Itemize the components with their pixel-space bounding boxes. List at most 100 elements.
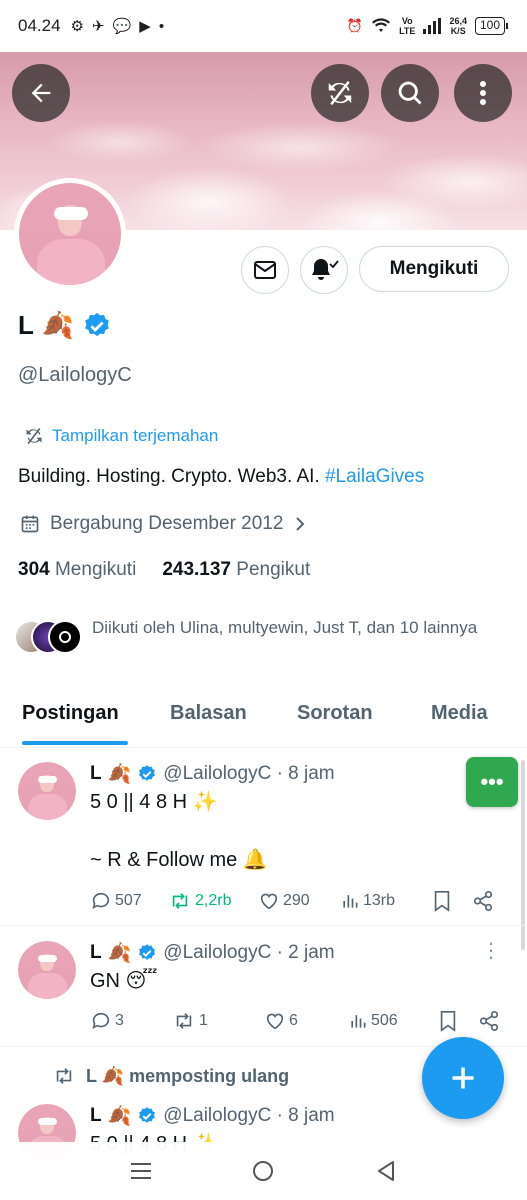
views-count: 13rb [363, 892, 396, 909]
post-author-name: L [90, 942, 102, 963]
profile-handle: @LailologyC [18, 364, 132, 386]
verified-badge-icon [139, 944, 156, 960]
follow-stats: 304 Mengikuti 243.137 Pengikut [18, 559, 310, 581]
signal-icon [423, 18, 442, 34]
profile-avatar[interactable] [14, 178, 126, 290]
post-handle-time: @LailologyC · 2 jam [163, 942, 335, 963]
compose-post-button[interactable] [422, 1037, 504, 1119]
join-date-row[interactable]: Bergabung Desember 2012 [20, 513, 307, 535]
battery-indicator: 100 [474, 17, 509, 35]
post-author-emoji: 🍂 [107, 943, 132, 964]
floating-menu-button[interactable]: ••• [466, 757, 518, 807]
like-button[interactable]: 6 [264, 1010, 348, 1032]
status-time: 04.24 [18, 16, 61, 35]
bio-hashtag-link[interactable]: #LailaGives [325, 466, 424, 487]
youtube-icon: ▶ [139, 17, 151, 35]
chevron-right-icon [296, 517, 305, 531]
home-icon[interactable] [251, 1159, 275, 1183]
message-button[interactable] [241, 246, 289, 294]
alarm-icon: ⏰ [346, 18, 364, 33]
post-avatar[interactable] [18, 941, 76, 999]
following-button[interactable]: Mengikuti [359, 246, 509, 292]
views-button[interactable]: 506 [348, 1011, 432, 1031]
post-author-emoji: 🍂 [107, 1106, 132, 1127]
following-stat[interactable]: 304 Mengikuti [18, 559, 136, 581]
post-handle-time: @LailologyC · 8 jam [163, 763, 335, 784]
repost-button[interactable]: 1 [172, 1010, 264, 1032]
status-bar: 04.24 ⚙ ✈ 💬 ▶ • ⏰ Vo LTE 26,4 K/S 100 [0, 0, 527, 52]
mutual-avatar [48, 620, 82, 654]
search-button[interactable] [381, 64, 439, 122]
tab-posts[interactable]: Postingan [22, 702, 119, 725]
tab-media[interactable]: Media [431, 702, 488, 725]
repost-icon [176, 1013, 192, 1029]
notifications-button[interactable] [300, 246, 348, 294]
bookmark-icon[interactable] [432, 890, 452, 912]
profile-tabs: Postingan Balasan Sorotan Media [0, 686, 527, 748]
post-item[interactable]: L 🍂 @LailologyC · 8 jam 5 0 || 4 8 H ✨ ~… [0, 748, 527, 926]
post-more-icon[interactable]: ⋮ [481, 941, 501, 961]
vertical-dots-icon [480, 81, 486, 105]
bookmark-icon[interactable] [438, 1010, 458, 1032]
verified-badge-icon [139, 765, 156, 781]
like-button[interactable]: 290 [258, 890, 340, 912]
envelope-icon [254, 261, 276, 279]
share-icon[interactable] [472, 890, 494, 912]
followed-by-text: Diikuti oleh Ulina, multyewin, Just T, d… [92, 618, 478, 637]
volte-indicator: Vo LTE [399, 16, 416, 36]
verified-badge-icon [85, 312, 110, 336]
dot-icon: • [158, 17, 165, 35]
reply-button[interactable]: 507 [90, 890, 168, 912]
post-author-emoji: 🍂 [107, 764, 132, 785]
post-item[interactable]: L 🍂 @LailologyC · 2 jam ⋮ GN 😴 3 1 6 506 [0, 927, 527, 1047]
name-emoji: 🍂 [41, 310, 75, 340]
recent-apps-icon[interactable] [130, 1161, 152, 1181]
views-count: 506 [371, 1012, 398, 1029]
post-avatar[interactable] [18, 762, 76, 820]
system-navigation-bar [0, 1142, 527, 1200]
post-text: GN 😴 [90, 970, 158, 992]
more-options-button[interactable] [454, 64, 512, 122]
avatar-image [19, 183, 121, 285]
followed-by-row[interactable]: Diikuti oleh Ulina, multyewin, Just T, d… [14, 616, 492, 656]
calendar-icon [21, 515, 39, 533]
back-button[interactable] [12, 64, 70, 122]
views-chart-icon [351, 1015, 366, 1028]
translate-label: Tampilkan terjemahan [52, 426, 219, 445]
plus-icon [452, 1067, 474, 1089]
post-author-name: L [90, 763, 102, 784]
followers-stat[interactable]: 243.137 Pengikut [162, 559, 310, 581]
join-date: Bergabung Desember 2012 [50, 513, 284, 534]
reply-icon [92, 892, 110, 909]
tab-replies[interactable]: Balasan [170, 702, 247, 725]
show-translation-link[interactable]: Tampilkan terjemahan [24, 426, 218, 446]
post-header: L 🍂 @LailologyC · 8 jam [90, 1104, 335, 1128]
profile-name-row: L 🍂 [18, 310, 112, 341]
repost-icon [56, 1068, 72, 1084]
share-icon[interactable] [478, 1010, 500, 1032]
reply-icon [92, 1012, 110, 1029]
like-count: 6 [289, 1012, 298, 1029]
bell-check-icon [312, 259, 339, 280]
tab-highlights[interactable]: Sorotan [297, 702, 373, 725]
translate-icon [26, 427, 42, 445]
translate-toggle-button[interactable] [311, 64, 369, 122]
post-header: L 🍂 @LailologyC · 8 jam [90, 762, 335, 786]
repost-count: 1 [199, 1012, 208, 1029]
reply-count: 3 [115, 1012, 124, 1029]
heart-icon [266, 1013, 284, 1030]
back-triangle-icon[interactable] [375, 1159, 397, 1183]
profile-name: L [18, 310, 34, 340]
post-text: 5 0 || 4 8 H ✨ ~ R & Follow me 🔔 [90, 791, 268, 871]
views-button[interactable]: 13rb [340, 891, 426, 911]
repost-count: 2,2rb [195, 892, 232, 909]
repost-button[interactable]: 2,2rb [168, 890, 258, 912]
mutual-avatars [14, 620, 82, 656]
repost-label: L 🍂 memposting ulang [52, 1065, 289, 1087]
wifi-icon [372, 18, 391, 32]
reply-button[interactable]: 3 [90, 1010, 172, 1032]
post-actions: 3 1 6 506 [90, 1010, 510, 1032]
profile-bio: Building. Hosting. Crypto. Web3. AI. #La… [18, 466, 424, 488]
heart-icon [260, 893, 278, 910]
post-header: L 🍂 @LailologyC · 2 jam [90, 941, 335, 965]
